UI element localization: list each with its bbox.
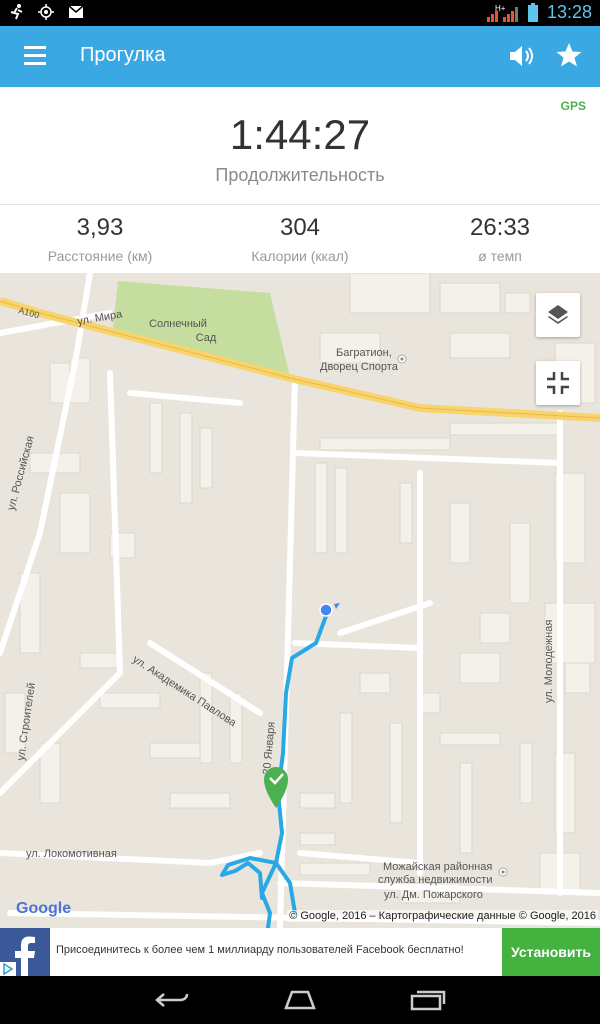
- map-attribution[interactable]: © Google, 2016 – Картографические данные…: [287, 910, 598, 922]
- clock: 13:28: [546, 2, 592, 22]
- street-molodezhnaya: ул. Молодежная: [543, 620, 555, 703]
- adchoices-icon[interactable]: [0, 962, 16, 976]
- buildings: [4, 273, 596, 904]
- gps-icon: [38, 4, 54, 20]
- pace-value: 26:33: [469, 214, 531, 241]
- page-title: Прогулка: [80, 44, 166, 66]
- divider: [0, 204, 600, 205]
- google-logo: Google: [16, 900, 71, 918]
- distance-metric: 3,93 Расстояние (км): [0, 214, 200, 264]
- running-icon: [10, 4, 23, 20]
- app-bar: Прогулка: [0, 26, 600, 87]
- back-icon[interactable]: [152, 988, 192, 1012]
- status-bar: H+ 13:28: [0, 0, 600, 26]
- recent-apps-icon[interactable]: [408, 988, 448, 1012]
- duration-value: 1:44:27: [229, 111, 371, 158]
- collapse-icon[interactable]: [536, 361, 580, 405]
- volume-icon[interactable]: [506, 42, 536, 70]
- duration-label: Продолжительность: [215, 165, 385, 185]
- menu-icon[interactable]: [24, 46, 46, 66]
- signal-icon: H+: [486, 4, 518, 22]
- pace-metric: 26:33 ø темп: [400, 214, 600, 264]
- park-label-2: Сад: [196, 332, 217, 344]
- battery-icon: [527, 2, 538, 22]
- mail-icon: [68, 5, 84, 18]
- distance-value: 3,93: [76, 214, 124, 241]
- install-button[interactable]: Установить: [502, 928, 600, 976]
- route-map[interactable]: Солнечный Сад Багратион, Дворец Спорта М…: [0, 273, 600, 928]
- star-icon[interactable]: [554, 40, 584, 70]
- location-dot-icon: [319, 603, 340, 617]
- poi-label-bagration-2: Дворец Спорта: [320, 361, 399, 373]
- stats-panel: GPS 1:44:27 Продолжительность 3,93 Расст…: [0, 87, 600, 273]
- street-pozharskogo: ул. Дм. Пожарского: [384, 889, 483, 901]
- layers-icon[interactable]: [536, 293, 580, 337]
- calories-value: 304: [279, 214, 321, 241]
- street-lokomotivnaya: ул. Локомотивная: [26, 848, 117, 860]
- navigation-bar: [0, 976, 600, 1024]
- distance-label: Расстояние (км): [47, 248, 153, 264]
- poi-label-realty-2: служба недвижимости: [378, 874, 492, 886]
- park-label: Солнечный: [149, 318, 207, 330]
- poi-label-bagration: Багратион,: [336, 347, 392, 359]
- ad-banner[interactable]: Присоединитесь к более чем 1 миллиарду п…: [0, 928, 600, 976]
- poi-label-realty: Можайская районная: [383, 861, 492, 873]
- map-canvas: Солнечный Сад Багратион, Дворец Спорта М…: [0, 273, 600, 928]
- ad-text: Присоединитесь к более чем 1 миллиарду п…: [56, 944, 464, 956]
- google-wordmark: Google: [16, 900, 72, 917]
- home-icon[interactable]: [280, 988, 320, 1012]
- calories-metric: 304 Калории (ккал): [200, 214, 400, 264]
- road-a100-label: A100: [17, 305, 40, 320]
- pace-label: ø темп: [478, 248, 522, 264]
- calories-label: Калории (ккал): [251, 248, 349, 264]
